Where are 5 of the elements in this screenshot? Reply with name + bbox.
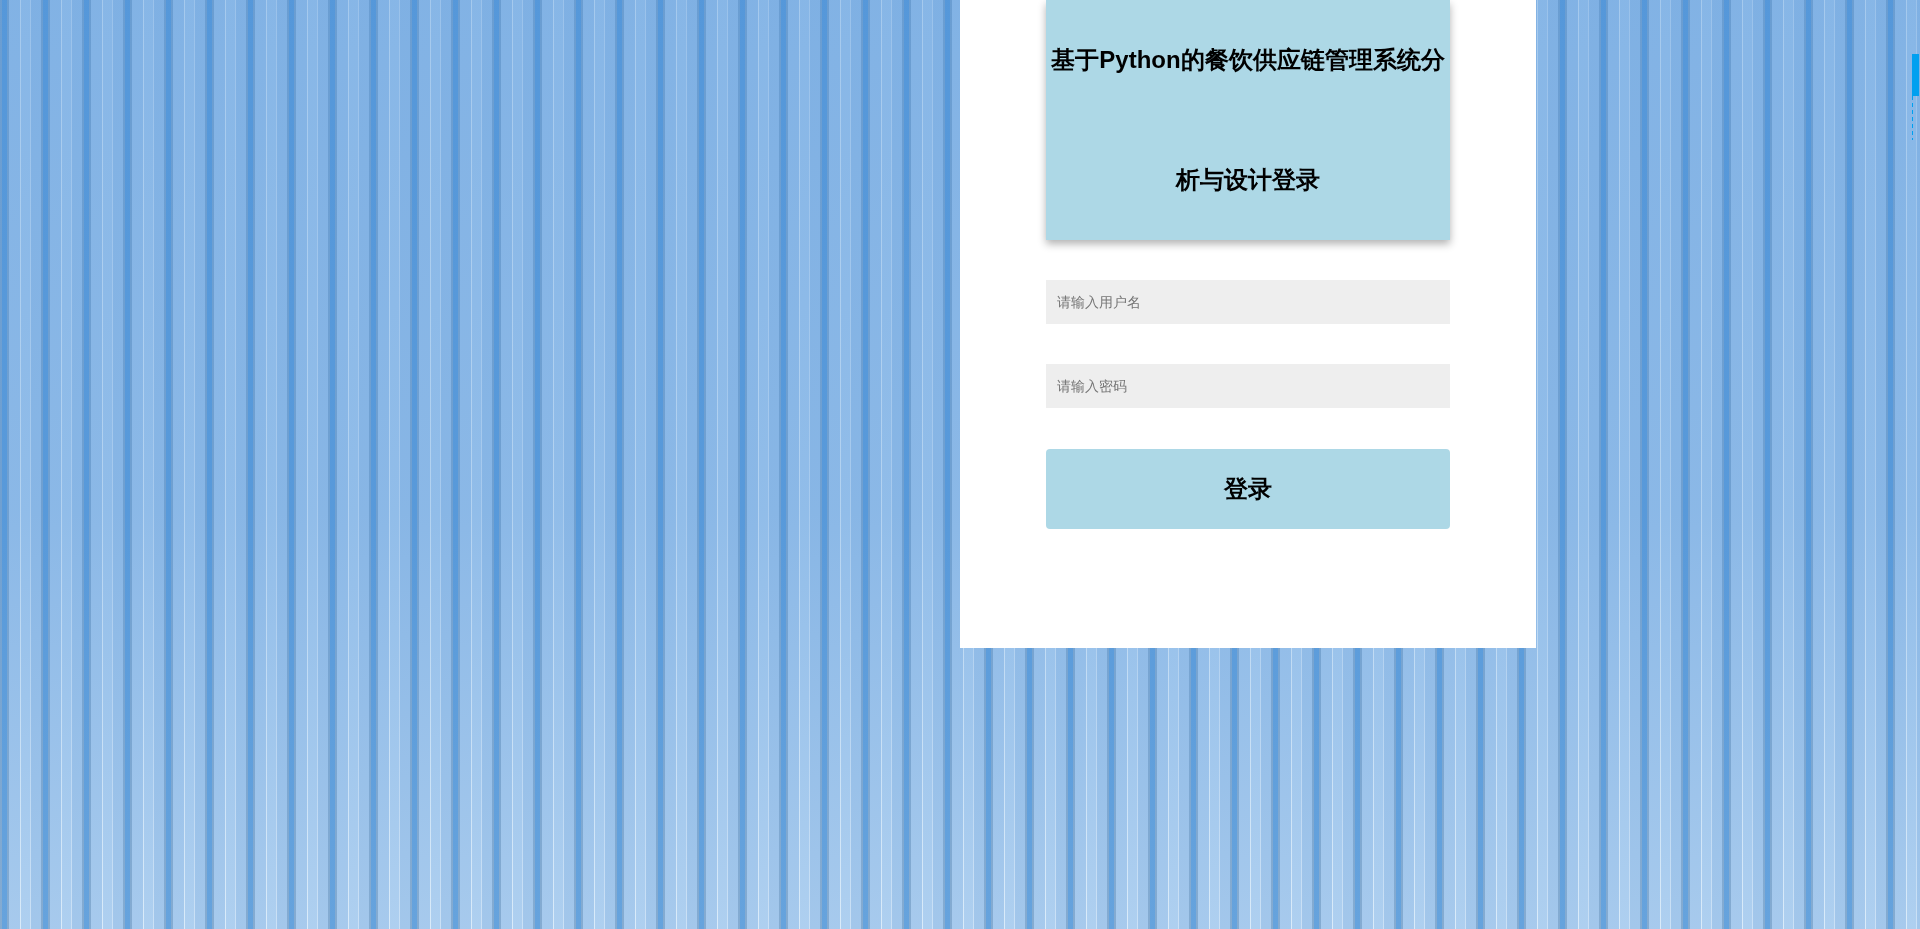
edge-marker-icon bbox=[1912, 54, 1919, 140]
login-title: 基于Python的餐饮供应链管理系统分析与设计登录 bbox=[1050, 45, 1446, 195]
login-button[interactable]: 登录 bbox=[1046, 449, 1450, 529]
password-input-field[interactable]: 请输入密码 bbox=[1046, 364, 1450, 408]
username-input-field[interactable]: 请输入用户名 bbox=[1046, 280, 1450, 324]
